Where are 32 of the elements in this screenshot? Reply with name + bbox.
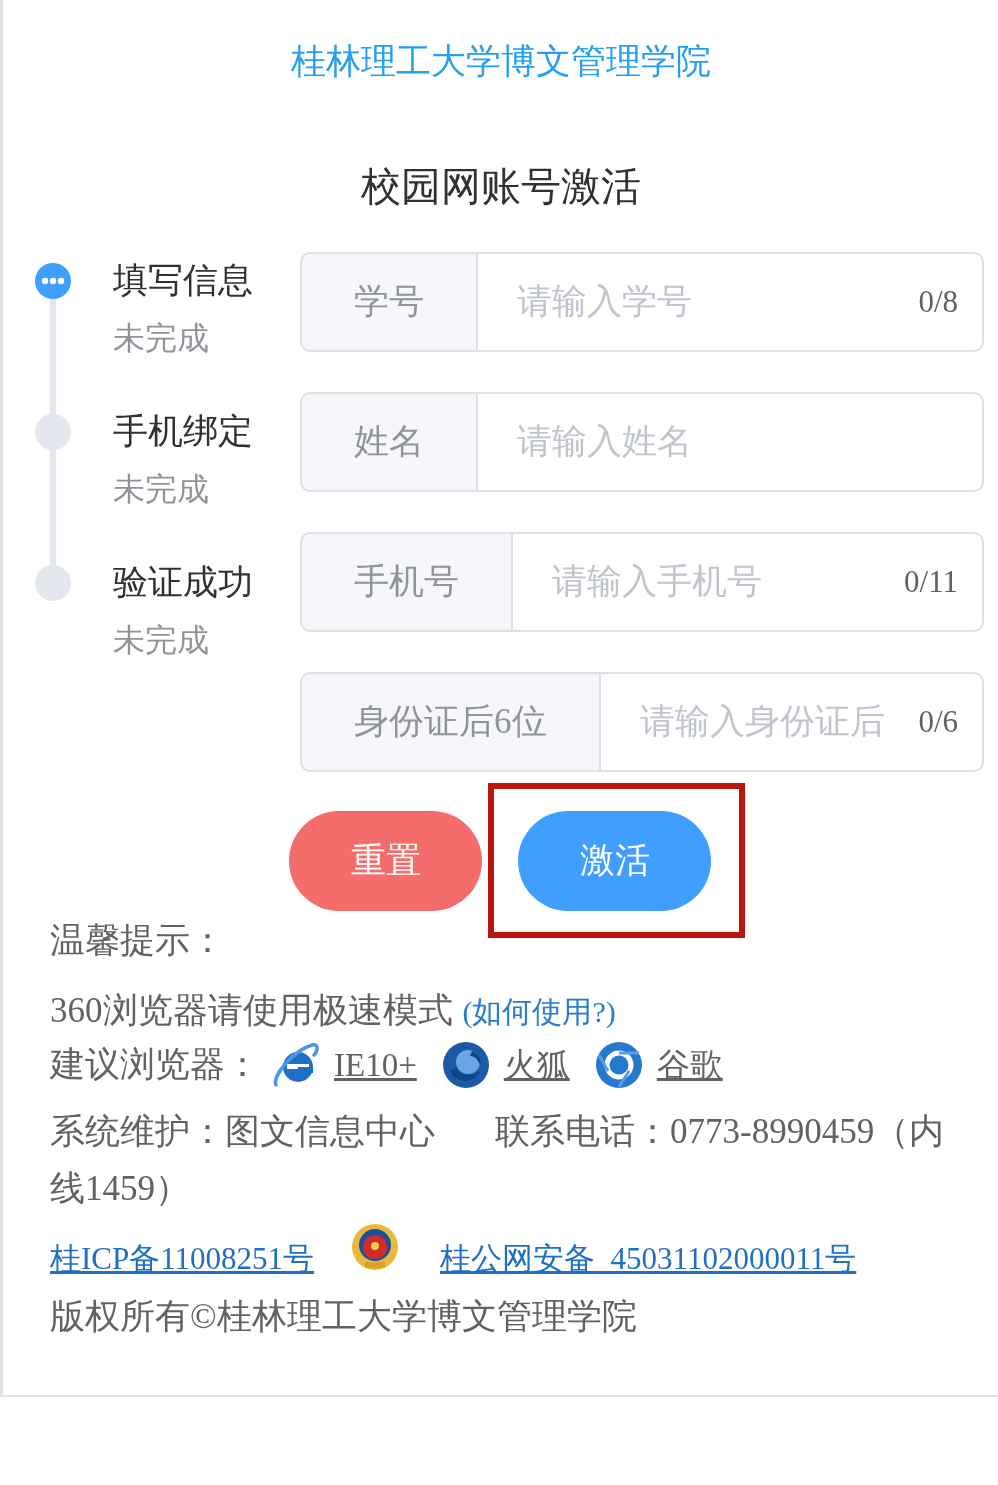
step-title: 手机绑定 xyxy=(113,411,253,453)
page-title: 校园网账号激活 xyxy=(360,163,641,211)
step-title: 填写信息 xyxy=(113,260,253,302)
field-label: 手机号 xyxy=(300,532,511,632)
police-record-link[interactable]: 桂公网安备 45031102000011号 xyxy=(440,1239,857,1279)
step-status: 未完成 xyxy=(113,470,209,509)
step-status: 未完成 xyxy=(113,621,209,660)
field-label: 身份证后6位 xyxy=(300,672,599,772)
field-label: 学号 xyxy=(300,252,476,352)
copyright-text: 版权所有©桂林理工大学博文管理学院 xyxy=(50,1296,637,1338)
character-counter: 0/8 xyxy=(918,283,958,321)
step-title: 验证成功 xyxy=(113,562,253,604)
input-field[interactable]: 请输入姓名 xyxy=(476,392,984,492)
tips-heading: 温馨提示： xyxy=(50,920,225,962)
orbit-globe-icon xyxy=(272,1041,320,1089)
how-to-use-link[interactable]: (如何使用?) xyxy=(462,983,616,1041)
browser-note: 360浏览器请使用极速模式 xyxy=(50,990,453,1032)
ring-disc-icon xyxy=(594,1041,643,1089)
icp-record-link[interactable]: 桂ICP备11008251号 xyxy=(50,1239,315,1279)
step-status: 未完成 xyxy=(113,319,209,358)
reset-button[interactable]: 重置 xyxy=(289,811,482,911)
browser-link[interactable]: 火狐 xyxy=(503,1040,570,1090)
character-counter: 0/11 xyxy=(904,563,958,601)
browser-link[interactable]: 谷歌 xyxy=(656,1040,723,1090)
activate-button[interactable]: 激活 xyxy=(518,811,711,911)
character-counter: 0/6 xyxy=(918,703,958,741)
support-contact-text: 系统维护：图文信息中心 联系电话：0773-8990459（内线1459） xyxy=(50,1111,946,1210)
swirl-globe-icon xyxy=(441,1041,490,1089)
school-name: 桂林理工大学博文管理学院 xyxy=(290,41,711,83)
field-label: 姓名 xyxy=(300,392,476,492)
browser-link[interactable]: IE10+ xyxy=(334,1040,417,1090)
browsers-label: 建议浏览器： xyxy=(50,1044,260,1086)
